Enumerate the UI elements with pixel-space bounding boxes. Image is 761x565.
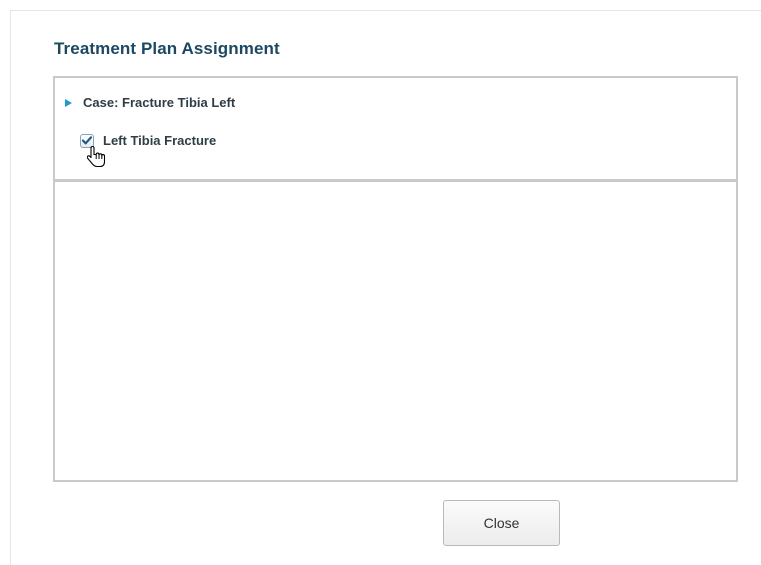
- triangle-right-icon[interactable]: [65, 98, 72, 107]
- case-header[interactable]: Case: Fracture Tibia Left: [65, 95, 235, 110]
- case-label: Case: Fracture Tibia Left: [83, 95, 236, 110]
- hand-pointer-cursor-icon: [87, 145, 106, 168]
- close-button[interactable]: Close: [443, 500, 560, 546]
- case-panel: Case: Fracture Tibia Left Left Tibia Fra…: [53, 76, 738, 181]
- diagnosis-checkbox[interactable]: [80, 133, 94, 148]
- checkmark-icon: [82, 136, 92, 145]
- details-panel: [53, 181, 738, 482]
- dialog-title: Treatment Plan Assignment: [54, 39, 280, 58]
- diagnosis-label: Left Tibia Fracture: [103, 133, 217, 148]
- treatment-plan-dialog: Treatment Plan Assignment Case: Fracture…: [10, 10, 761, 565]
- diagnosis-row: Left Tibia Fracture: [80, 133, 216, 148]
